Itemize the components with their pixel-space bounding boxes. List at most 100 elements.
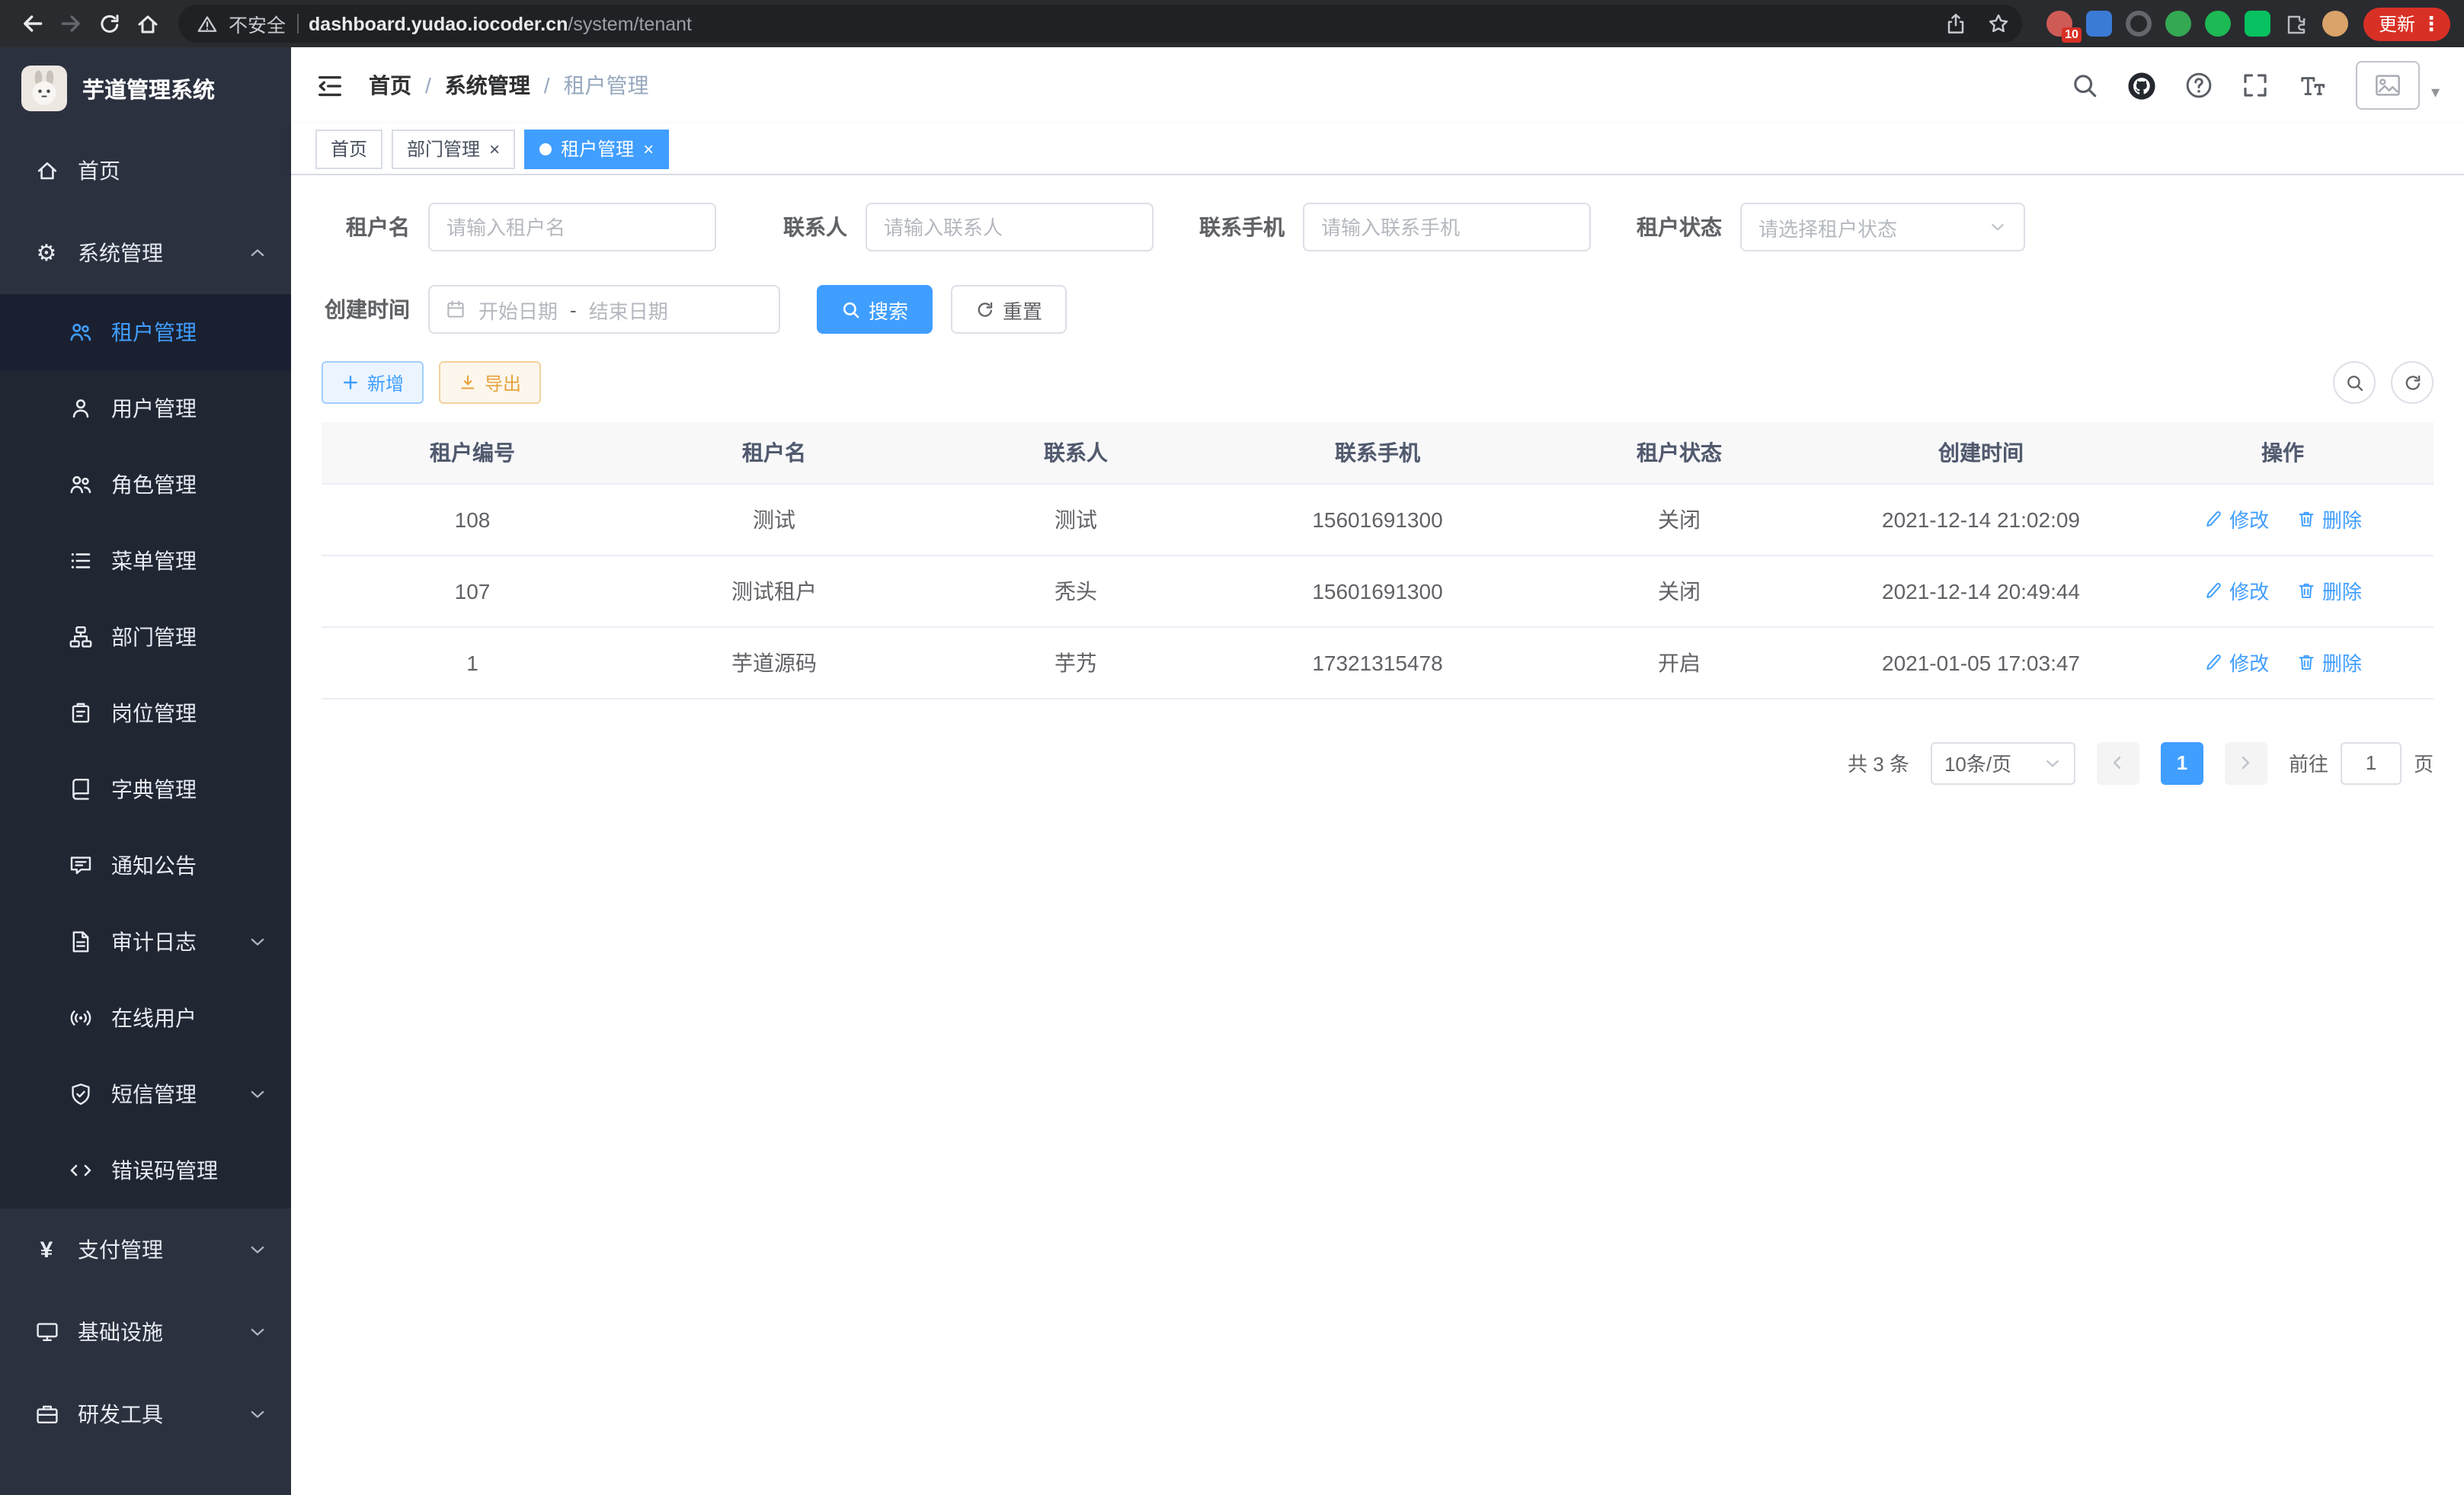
sidebar-toggle-button[interactable] bbox=[315, 71, 344, 100]
phone-input[interactable] bbox=[1304, 204, 1589, 250]
sidebar-item-sms[interactable]: 短信管理 bbox=[0, 1056, 291, 1132]
extension-badge: 10 bbox=[2062, 27, 2082, 43]
browser-forward-button[interactable] bbox=[52, 5, 90, 43]
warning-icon bbox=[197, 13, 218, 34]
bookmark-star-icon[interactable] bbox=[1987, 12, 2010, 35]
chevron-down-icon bbox=[248, 1323, 267, 1341]
chevron-down-icon bbox=[248, 1085, 267, 1103]
sidebar-item-role[interactable]: 角色管理 bbox=[0, 447, 291, 523]
phone-label: 联系手机 bbox=[1196, 212, 1285, 242]
browser-menu-icon[interactable]: ⋮ bbox=[2421, 14, 2441, 34]
tab-tenant[interactable]: 租户管理 × bbox=[524, 129, 669, 168]
date-range-picker[interactable]: 开始日期 - 结束日期 bbox=[428, 285, 780, 334]
contact-input[interactable] bbox=[867, 204, 1152, 250]
extension-icon-6[interactable] bbox=[2245, 11, 2270, 37]
sidebar-item-label: 字典管理 bbox=[111, 774, 197, 805]
delete-button[interactable]: 删除 bbox=[2296, 504, 2362, 533]
sidebar-item-notice[interactable]: 通知公告 bbox=[0, 828, 291, 904]
add-button[interactable]: 新增 bbox=[322, 361, 424, 404]
edit-button[interactable]: 修改 bbox=[2203, 648, 2269, 677]
toggle-search-button[interactable] bbox=[2333, 361, 2376, 404]
user-avatar[interactable] bbox=[2357, 61, 2421, 110]
edit-button[interactable]: 修改 bbox=[2203, 576, 2269, 605]
close-icon[interactable]: × bbox=[643, 139, 654, 158]
prev-page-button[interactable] bbox=[2097, 741, 2139, 784]
puzzle-extensions-icon[interactable] bbox=[2284, 11, 2309, 36]
font-size-icon[interactable] bbox=[2299, 71, 2328, 100]
sidebar-item-tenant[interactable]: 租户管理 bbox=[0, 294, 291, 370]
tab-dept[interactable]: 部门管理 × bbox=[392, 129, 515, 168]
browser-home-button[interactable] bbox=[128, 5, 166, 43]
sidebar-item-error-code[interactable]: 错误码管理 bbox=[0, 1132, 291, 1208]
close-icon[interactable]: × bbox=[489, 139, 500, 158]
user-icon bbox=[67, 396, 93, 421]
sidebar-item-home[interactable]: 首页 bbox=[0, 130, 291, 212]
chevron-down-icon bbox=[248, 1240, 267, 1259]
sidebar-item-audit-log[interactable]: 审计日志 bbox=[0, 904, 291, 980]
next-page-button[interactable] bbox=[2225, 741, 2267, 784]
help-icon[interactable] bbox=[2186, 72, 2213, 99]
breadcrumb: 首页 / 系统管理 / 租户管理 bbox=[369, 70, 649, 101]
extension-icon-2[interactable] bbox=[2086, 11, 2112, 37]
document-icon bbox=[67, 930, 93, 954]
github-icon[interactable] bbox=[2128, 71, 2157, 100]
goto-suffix: 页 bbox=[2414, 748, 2434, 777]
tab-label: 租户管理 bbox=[561, 136, 634, 162]
sidebar-item-post[interactable]: 岗位管理 bbox=[0, 675, 291, 751]
column-header: 创建时间 bbox=[1830, 422, 2132, 483]
extension-icon-3[interactable] bbox=[2126, 11, 2152, 37]
search-icon[interactable] bbox=[2072, 72, 2099, 99]
browser-refresh-button[interactable] bbox=[90, 5, 128, 43]
sidebar-item-system[interactable]: ⚙ 系统管理 bbox=[0, 212, 291, 294]
chevron-down-icon bbox=[1989, 218, 2007, 236]
edit-button[interactable]: 修改 bbox=[2203, 504, 2269, 533]
reset-button[interactable]: 重置 bbox=[951, 285, 1067, 334]
cell-status: 开启 bbox=[1528, 626, 1830, 698]
status-select[interactable]: 请选择租户状态 bbox=[1740, 203, 2025, 251]
tenant-name-input[interactable] bbox=[430, 204, 715, 250]
delete-button[interactable]: 删除 bbox=[2296, 648, 2362, 677]
sidebar-item-devtool[interactable]: 研发工具 bbox=[0, 1373, 291, 1455]
contact-label: 联系人 bbox=[759, 212, 847, 242]
avatar-caret-icon[interactable]: ▾ bbox=[2431, 82, 2440, 102]
cell-tenant-name: 测试 bbox=[623, 483, 925, 555]
column-header: 租户名 bbox=[623, 422, 925, 483]
browser-back-button[interactable] bbox=[14, 5, 52, 43]
sidebar-item-menu[interactable]: 菜单管理 bbox=[0, 523, 291, 599]
fullscreen-icon[interactable] bbox=[2242, 72, 2270, 99]
breadcrumb-home[interactable]: 首页 bbox=[369, 70, 411, 101]
column-header: 联系手机 bbox=[1227, 422, 1528, 483]
extension-icon-5[interactable] bbox=[2205, 11, 2231, 37]
sidebar-item-label: 首页 bbox=[78, 155, 120, 186]
cell-phone: 15601691300 bbox=[1227, 555, 1528, 626]
export-button[interactable]: 导出 bbox=[439, 361, 541, 404]
sidebar-item-user[interactable]: 用户管理 bbox=[0, 370, 291, 447]
sidebar-item-online-user[interactable]: 在线用户 bbox=[0, 980, 291, 1056]
total-count: 共 3 条 bbox=[1848, 748, 1909, 777]
browser-update-button[interactable]: 更新 ⋮ bbox=[2363, 7, 2450, 40]
cell-created-at: 2021-12-14 20:49:44 bbox=[1830, 555, 2132, 626]
search-button[interactable]: 搜索 bbox=[817, 285, 933, 334]
sidebar-item-label: 菜单管理 bbox=[111, 546, 197, 576]
table-row: 108 测试 测试 15601691300 关闭 2021-12-14 21:0… bbox=[322, 483, 2434, 555]
breadcrumb-system[interactable]: 系统管理 bbox=[445, 70, 530, 101]
goto-page-input[interactable] bbox=[2341, 741, 2402, 784]
page-number-current[interactable]: 1 bbox=[2161, 741, 2203, 784]
sidebar-item-dept[interactable]: 部门管理 bbox=[0, 599, 291, 675]
column-header: 联系人 bbox=[925, 422, 1227, 483]
sidebar-item-infra[interactable]: 基础设施 bbox=[0, 1291, 291, 1373]
sidebar-item-dict[interactable]: 字典管理 bbox=[0, 751, 291, 828]
sidebar-item-pay[interactable]: ¥ 支付管理 bbox=[0, 1208, 291, 1291]
app-logo: 芋道管理系统 bbox=[0, 47, 291, 130]
tab-home[interactable]: 首页 bbox=[315, 129, 382, 168]
sidebar-item-label: 在线用户 bbox=[111, 1003, 197, 1033]
sidebar-item-label: 短信管理 bbox=[111, 1079, 197, 1109]
page-size-select[interactable]: 10条/页 bbox=[1931, 741, 2075, 784]
extension-icon-1[interactable]: 10 bbox=[2046, 11, 2072, 37]
extension-icon-4[interactable] bbox=[2165, 11, 2191, 37]
share-icon[interactable] bbox=[1944, 12, 1967, 35]
address-bar[interactable]: 不安全 dashboard.yudao.iocoder.cn/system/te… bbox=[178, 5, 2022, 43]
refresh-table-button[interactable] bbox=[2391, 361, 2434, 404]
profile-avatar-icon[interactable] bbox=[2322, 11, 2348, 37]
delete-button[interactable]: 删除 bbox=[2296, 576, 2362, 605]
